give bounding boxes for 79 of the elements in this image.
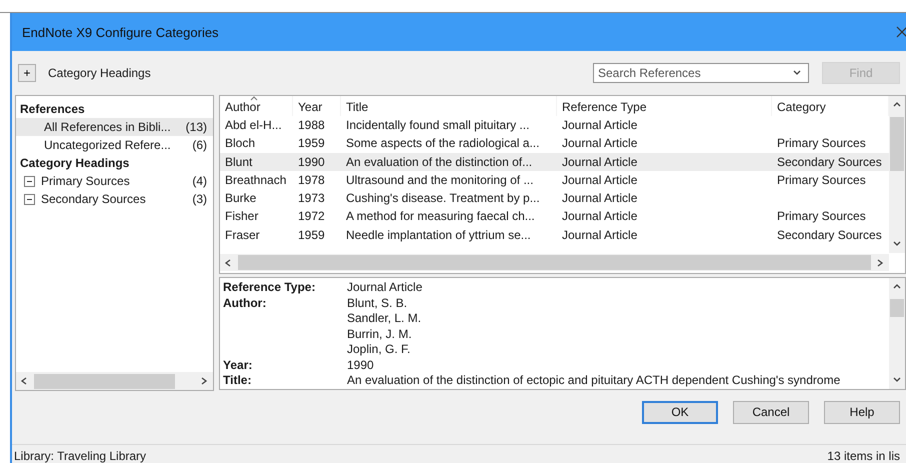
table-row[interactable]: Bloch 1959 Some aspects of the radiological a... Journal Article Primary Sources: [220, 134, 889, 153]
field-value: Journal Article: [347, 280, 422, 296]
scrollbar-thumb[interactable]: [890, 299, 904, 317]
table-cell-text: 1988: [297, 117, 326, 134]
expand-button[interactable]: +: [18, 64, 36, 82]
category-headings-label: Category Headings: [48, 66, 151, 80]
table-cell-text: Needle implantation of yttrium se...: [345, 226, 532, 244]
table-cell-text: An evaluation of the distinction of...: [345, 154, 534, 171]
table-cell-text: Fisher: [224, 208, 260, 226]
close-icon[interactable]: [896, 26, 906, 38]
column-header[interactable]: Reference Type: [557, 96, 772, 116]
table-cell-text: Journal Article: [561, 190, 638, 208]
item-count: 13 items in lis: [827, 450, 900, 463]
table-cell-text: Breathnach: [224, 172, 288, 189]
field-label: Title:: [223, 373, 252, 388]
table-cell-text: 1972: [297, 208, 326, 226]
scrollbar-thumb[interactable]: [34, 374, 175, 388]
window-title: EndNote X9 Configure Categories: [22, 24, 220, 40]
dialog-button[interactable]: Cancel: [733, 400, 809, 424]
library-name: Library: Traveling Library: [14, 450, 146, 463]
sidebar-item[interactable]: Primary Sources (4): [16, 172, 213, 190]
table-cell-text: Journal Article: [561, 208, 638, 226]
table-cell-text: Journal Article: [561, 226, 638, 244]
scroll-right-icon[interactable]: [199, 376, 209, 386]
table-cell-text: Burke: [224, 190, 258, 208]
table-cell-text: Journal Article: [561, 154, 638, 171]
field-value: An evaluation of the distinction of ectopic and pituitary ACTH dependent Cushing's syndrome: [347, 373, 840, 388]
table-cell-text: Secondary Sources: [776, 226, 883, 244]
field-label: Author:: [223, 296, 268, 312]
scrollbar-thumb[interactable]: [238, 255, 871, 270]
table-cell-text: Journal Article: [561, 135, 638, 152]
table-cell-text: 1978: [297, 172, 326, 189]
table-row[interactable]: Fisher 1972 A method for measuring faecal ch... Journal Article Primary Sources: [220, 207, 889, 226]
scrollbar-thumb[interactable]: [890, 117, 904, 171]
scroll-right-icon[interactable]: [875, 258, 885, 268]
table-cell-text: Fraser: [224, 226, 261, 244]
table-cell-text: Bloch: [224, 135, 256, 152]
group-heading: References: [19, 101, 86, 118]
field-value: Blunt, S. B.: [347, 296, 408, 311]
field-value: Burrin, J. M.: [347, 326, 413, 342]
table-row[interactable]: Breathnach 1978 Ultrasound and the monitoring of ... Journal Article Primary Sources: [220, 170, 889, 190]
field-label: Reference Type:: [223, 280, 316, 296]
column-header[interactable]: Title: [341, 96, 557, 116]
table-cell-text: A method for measuring faecal ch...: [345, 208, 536, 226]
group-heading: Category Headings: [19, 155, 130, 172]
table-row[interactable]: Burke 1973 Cushing's disease. Treatment by p... Journal Article: [220, 189, 889, 208]
dialog-button[interactable]: Help: [824, 400, 900, 424]
search-field[interactable]: Search References: [593, 63, 809, 83]
table-cell-text: 1990: [297, 154, 326, 171]
column-header[interactable]: Year: [293, 96, 341, 116]
table-cell-text: 1959: [297, 135, 326, 152]
table-cell-text: Ultrasound and the monitoring of ...: [345, 172, 534, 189]
table-cell-text: Primary Sources: [776, 172, 867, 189]
table-cell-text: Blunt: [224, 154, 254, 171]
table-cell-text: Secondary Sources: [776, 154, 883, 171]
dialog-button[interactable]: OK: [642, 400, 718, 424]
table-cell-text: Incidentally found small pituitary ...: [345, 117, 530, 134]
table-cell-text: 1959: [297, 226, 326, 244]
sidebar-item[interactable]: Secondary Sources (3): [16, 190, 213, 208]
table-cell-text: Primary Sources: [776, 135, 867, 152]
table-row[interactable]: Fraser 1959 Needle implantation of yttrium se... Journal Article Secondary Sources: [220, 226, 889, 244]
table-cell-text: Journal Article: [561, 172, 638, 189]
column-header[interactable]: Author: [220, 96, 293, 116]
field-label: Year:: [223, 358, 254, 373]
table-cell-text: 1973: [297, 190, 326, 208]
table-cell-text: Primary Sources: [776, 208, 867, 226]
collapse-icon[interactable]: [24, 194, 35, 204]
sidebar-item[interactable]: All References in Bibli... (13): [16, 118, 213, 136]
collapse-icon[interactable]: [24, 176, 35, 186]
field-value: Joplin, G. F.: [347, 342, 412, 358]
table-cell-text: Abd el-H...: [224, 117, 283, 134]
table-row[interactable]: Abd el-H... 1988 Incidentally found small pituitary ... Journal Article: [220, 116, 889, 134]
table-cell-text: Some aspects of the radiological a...: [345, 135, 540, 152]
table-cell-text: Journal Article: [561, 117, 638, 134]
table-row[interactable]: Blunt 1990 An evaluation of the distinction of... Journal Article Secondary Sources: [220, 152, 889, 171]
field-value: Sandler, L. M.: [347, 311, 422, 326]
table-cell-text: Cushing's disease. Treatment by p...: [345, 190, 541, 208]
field-value: 1990: [347, 358, 374, 373]
sidebar-item[interactable]: Uncategorized Refere... (6): [16, 136, 213, 154]
